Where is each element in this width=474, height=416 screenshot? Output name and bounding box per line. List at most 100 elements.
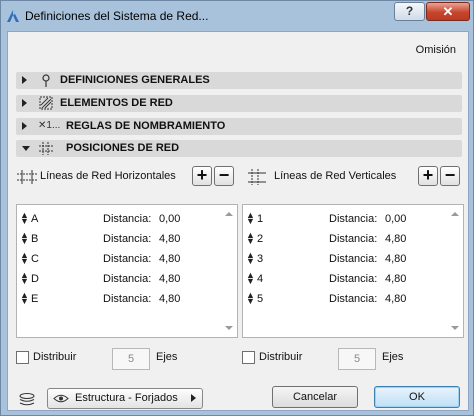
section-label: ELEMENTOS DE RED: [60, 97, 173, 109]
vertical-lines-title: Líneas de Red Verticales: [274, 170, 397, 182]
line-name: C: [31, 253, 39, 265]
list-item[interactable]: ▲ ▼ B Distancia: 4,80: [17, 229, 222, 249]
distance-label: Distancia:: [329, 253, 378, 265]
distance-label: Distancia:: [329, 273, 378, 285]
drag-handle-icon[interactable]: ▲ ▼: [246, 231, 255, 246]
axes-label: Ejes: [382, 351, 404, 363]
vertical-distribute-row: Distribuir 5 Ejes: [242, 348, 464, 370]
drag-handle-icon[interactable]: ▲ ▼: [20, 291, 29, 306]
distribute-checkbox[interactable]: [16, 351, 29, 364]
distance-value[interactable]: 0,00: [159, 213, 180, 225]
remove-horizontal-line-button[interactable]: −: [214, 166, 234, 186]
drag-handle-icon[interactable]: ▲ ▼: [246, 291, 255, 306]
remove-vertical-line-button[interactable]: −: [440, 166, 460, 186]
window-title: Definiciones del Sistema de Red...: [25, 9, 209, 23]
line-name: 2: [257, 233, 264, 245]
distance-value[interactable]: 4,80: [385, 293, 406, 305]
list-item[interactable]: ▲ ▼ 1 Distancia: 0,00: [243, 209, 448, 229]
scroll-up-icon[interactable]: [451, 212, 459, 216]
axes-count-field[interactable]: 5: [338, 348, 376, 370]
drag-handle-icon[interactable]: ▲ ▼: [20, 211, 29, 226]
horizontal-distribute-row: Distribuir 5 Ejes: [16, 348, 238, 370]
distance-label: Distancia:: [329, 213, 378, 225]
distance-value[interactable]: 4,80: [159, 253, 180, 265]
layer-value: Estructura - Forjados: [75, 392, 178, 404]
distance-value[interactable]: 4,80: [385, 233, 406, 245]
section-label: POSICIONES DE RED: [66, 142, 180, 154]
line-name: 5: [257, 293, 264, 305]
distance-value[interactable]: 4,80: [385, 253, 406, 265]
list-item[interactable]: ▲ ▼ 3 Distancia: 4,80: [243, 249, 448, 269]
layers-icon: [19, 393, 35, 406]
expand-arrow-icon: [22, 122, 27, 130]
line-name: 1: [257, 213, 264, 225]
drag-handle-icon[interactable]: ▲ ▼: [20, 231, 29, 246]
scroll-up-icon[interactable]: [225, 212, 233, 216]
close-button[interactable]: ✕: [426, 2, 470, 21]
drag-handle-icon[interactable]: ▲ ▼: [246, 211, 255, 226]
add-vertical-line-button[interactable]: +: [418, 166, 438, 186]
expand-arrow-icon: [22, 76, 27, 84]
layer-popup[interactable]: Estructura - Forjados: [47, 388, 203, 409]
distance-label: Distancia:: [103, 273, 152, 285]
list-item[interactable]: ▲ ▼ D Distancia: 4,80: [17, 269, 222, 289]
grid-icon: [39, 142, 53, 155]
drag-handle-icon[interactable]: ▲ ▼: [246, 251, 255, 266]
eye-icon: [53, 394, 69, 403]
cancel-button[interactable]: Cancelar: [272, 386, 358, 408]
horizontal-lines-list[interactable]: ▲ ▼ A Distancia: 0,00 ▲ ▼ B Distancia: 4,8…: [16, 204, 238, 338]
distance-label: Distancia:: [329, 233, 378, 245]
line-name: A: [31, 213, 39, 225]
line-name: B: [31, 233, 39, 245]
distribute-checkbox[interactable]: [242, 351, 255, 364]
list-item[interactable]: ▲ ▼ C Distancia: 4,80: [17, 249, 222, 269]
distance-label: Distancia:: [329, 293, 378, 305]
distance-label: Distancia:: [103, 293, 152, 305]
section-elementos-de-red[interactable]: ELEMENTOS DE RED: [16, 95, 462, 112]
dialog-body: Omisión DEFINICIONES GENERALES ELEMENTOS…: [7, 31, 469, 411]
list-item[interactable]: ▲ ▼ 5 Distancia: 4,80: [243, 289, 448, 309]
chevron-right-icon: [191, 394, 196, 402]
drag-handle-icon[interactable]: ▲ ▼: [246, 271, 255, 286]
scrollbar[interactable]: [221, 205, 237, 337]
line-name: 3: [257, 253, 264, 265]
section-reglas-de-nombramiento[interactable]: ✕1... REGLAS DE NOMBRAMIENTO: [16, 118, 462, 135]
drag-handle-icon[interactable]: ▲ ▼: [20, 271, 29, 286]
scroll-down-icon[interactable]: [451, 326, 459, 330]
axes-label: Ejes: [156, 351, 178, 363]
help-button[interactable]: ?: [394, 2, 425, 21]
distance-value[interactable]: 0,00: [385, 213, 406, 225]
pin-icon: [42, 74, 50, 87]
ok-button[interactable]: OK: [374, 386, 460, 408]
distance-label: Distancia:: [103, 213, 152, 225]
distance-value[interactable]: 4,80: [159, 233, 180, 245]
horizontal-grid-lines-icon: [17, 170, 37, 184]
section-posiciones-de-red[interactable]: POSICIONES DE RED: [16, 140, 462, 157]
vertical-lines-list[interactable]: ▲ ▼ 1 Distancia: 0,00 ▲ ▼ 2 Distancia: 4,8…: [242, 204, 464, 338]
list-item[interactable]: ▲ ▼ 4 Distancia: 4,80: [243, 269, 448, 289]
axes-count-field[interactable]: 5: [112, 348, 150, 370]
section-definiciones-generales[interactable]: DEFINICIONES GENERALES: [16, 72, 462, 89]
line-name: E: [31, 293, 39, 305]
list-item[interactable]: ▲ ▼ 2 Distancia: 4,80: [243, 229, 448, 249]
drag-handle-icon[interactable]: ▲ ▼: [20, 251, 29, 266]
section-label: REGLAS DE NOMBRAMIENTO: [66, 120, 226, 132]
omision-label[interactable]: Omisión: [416, 44, 456, 56]
list-item[interactable]: ▲ ▼ A Distancia: 0,00: [17, 209, 222, 229]
scrollbar[interactable]: [447, 205, 463, 337]
expand-arrow-icon: [22, 99, 27, 107]
collapse-arrow-icon: [22, 146, 30, 151]
hatched-square-icon: [39, 96, 53, 110]
horizontal-lines-title: Líneas de Red Horizontales: [40, 170, 176, 182]
title-bar[interactable]: Definiciones del Sistema de Red... ? ✕: [1, 1, 473, 31]
section-label: DEFINICIONES GENERALES: [60, 74, 210, 86]
distance-value[interactable]: 4,80: [159, 273, 180, 285]
list-item[interactable]: ▲ ▼ E Distancia: 4,80: [17, 289, 222, 309]
distance-label: Distancia:: [103, 253, 152, 265]
scroll-down-icon[interactable]: [225, 326, 233, 330]
numbering-icon: ✕1...: [38, 120, 61, 131]
distance-value[interactable]: 4,80: [385, 273, 406, 285]
add-horizontal-line-button[interactable]: +: [192, 166, 212, 186]
distribute-label: Distribuir: [259, 351, 303, 363]
distance-value[interactable]: 4,80: [159, 293, 180, 305]
